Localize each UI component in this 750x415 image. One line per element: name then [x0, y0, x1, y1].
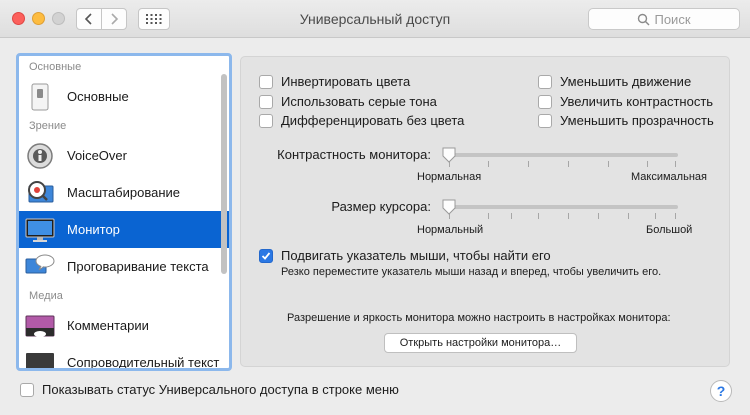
contrast-slider-track[interactable]: [443, 153, 678, 157]
checkbox-label: Уменьшить прозрачность: [560, 113, 714, 128]
show-status-in-menu-checkbox[interactable]: Показывать статус Универсального доступа…: [20, 382, 399, 397]
slider-tick: [511, 213, 512, 219]
contrast-slider-label: Контрастность монитора:: [277, 147, 431, 162]
slider-tick: [488, 161, 489, 167]
sidebar-item-voiceover[interactable]: VoiceOver: [19, 137, 229, 174]
checkmark-icon: [261, 251, 271, 260]
checkbox-box-checked[interactable]: [259, 248, 273, 263]
grid-icon: [146, 14, 162, 24]
display-pane: Инвертировать цвета Использовать серые т…: [240, 56, 730, 367]
voiceover-icon: [25, 141, 55, 171]
show-all-button[interactable]: [138, 8, 170, 30]
checkbox-label: Использовать серые тона: [281, 94, 437, 109]
slider-tick: [608, 161, 609, 167]
sidebar-item-label: Монитор: [67, 222, 120, 237]
slider-tick: [655, 213, 656, 219]
checkbox-label: Инвертировать цвета: [281, 74, 411, 89]
title-bar: Универсальный доступ Поиск: [0, 0, 750, 38]
slider-tick: [675, 213, 676, 219]
sidebar-item-descriptions[interactable]: Комментарии: [19, 307, 229, 344]
sidebar-section-media: Медиа: [29, 290, 63, 302]
cursor-min-label: Нормальный: [417, 224, 484, 236]
sidebar-item-zoom[interactable]: Масштабирование: [19, 174, 229, 211]
sidebar[interactable]: Основные Основные Зрение VoiceOver Масшт…: [16, 53, 232, 371]
minimize-button[interactable]: [32, 12, 45, 25]
slider-tick: [528, 161, 529, 167]
shake-description: Резко переместите указатель мыши назад и…: [281, 266, 662, 278]
checkbox-label: Дифференцировать без цвета: [281, 113, 465, 128]
reduce-transparency-checkbox[interactable]: Уменьшить прозрачность: [538, 113, 714, 128]
sidebar-scrollbar[interactable]: [221, 74, 227, 274]
contrast-slider-knob[interactable]: [442, 147, 456, 163]
invert-colors-checkbox[interactable]: Инвертировать цвета: [259, 74, 410, 89]
captions-icon: [25, 348, 55, 368]
sidebar-section-general: Основные: [29, 61, 82, 73]
checkbox-label: Подвигать указатель мыши, чтобы найти ег…: [281, 248, 551, 263]
checkbox-label: Увеличить контрастность: [560, 94, 714, 109]
checkbox-label: Уменьшить движение: [560, 74, 692, 89]
open-display-settings-button[interactable]: Открыть настройки монитора…: [384, 333, 577, 353]
reduce-motion-checkbox[interactable]: Уменьшить движение: [538, 74, 691, 89]
search-placeholder: Поиск: [654, 11, 691, 27]
shake-to-locate-checkbox[interactable]: Подвигать указатель мыши, чтобы найти ег…: [259, 248, 551, 263]
help-button[interactable]: ?: [710, 380, 732, 402]
sidebar-item-label: Комментарии: [67, 318, 149, 333]
grayscale-checkbox[interactable]: Использовать серые тона: [259, 94, 437, 109]
sidebar-item-general[interactable]: Основные: [19, 78, 229, 115]
search-field[interactable]: Поиск: [588, 8, 740, 30]
checkbox-label: Показывать статус Универсального доступа…: [42, 382, 399, 397]
increase-contrast-checkbox[interactable]: Увеличить контрастность: [538, 94, 713, 109]
cursor-size-label: Размер курсора:: [331, 199, 431, 214]
contrast-min-label: Нормальная: [417, 171, 482, 183]
cursor-slider-knob[interactable]: [442, 199, 456, 215]
monitor-icon: [25, 215, 55, 245]
contrast-max-label: Максимальная: [631, 171, 707, 183]
resolution-note: Разрешение и яркость монитора можно наст…: [287, 312, 671, 324]
sidebar-item-label: Основные: [67, 89, 129, 104]
slider-tick: [568, 161, 569, 167]
slider-tick: [628, 213, 629, 219]
checkbox-box[interactable]: [259, 113, 273, 128]
cursor-slider-track[interactable]: [443, 205, 678, 209]
zoom-icon: [25, 178, 55, 208]
window: Универсальный доступ Поиск Основные Осно…: [0, 0, 750, 415]
differentiate-without-color-checkbox[interactable]: Дифференцировать без цвета: [259, 113, 464, 128]
slider-tick: [538, 213, 539, 219]
cursor-max-label: Большой: [646, 224, 693, 236]
slider-tick: [647, 161, 648, 167]
sidebar-item-label: Сопроводительный текст: [67, 355, 220, 370]
checkbox-box[interactable]: [20, 382, 34, 397]
slider-tick: [568, 213, 569, 219]
checkbox-box[interactable]: [538, 113, 552, 128]
sidebar-section-vision: Зрение: [29, 120, 67, 132]
chevron-right-icon: [111, 13, 119, 25]
sidebar-item-monitor[interactable]: Монитор: [19, 211, 229, 248]
checkbox-box[interactable]: [259, 94, 273, 109]
slider-tick: [488, 213, 489, 219]
switch-icon: [25, 82, 55, 112]
slider-tick: [598, 213, 599, 219]
checkbox-box[interactable]: [259, 74, 273, 89]
speech-bubble-icon: [25, 252, 55, 282]
sidebar-item-captions[interactable]: Сопроводительный текст: [19, 344, 229, 370]
slider-tick: [675, 161, 676, 167]
zoom-button[interactable]: [52, 12, 65, 25]
checkbox-box[interactable]: [538, 94, 552, 109]
forward-button[interactable]: [101, 8, 127, 30]
sidebar-item-label: Масштабирование: [67, 185, 181, 200]
chevron-left-icon: [84, 13, 92, 25]
sidebar-item-label: Проговаривание текста: [67, 259, 209, 274]
back-button[interactable]: [76, 8, 102, 30]
search-icon: [638, 13, 650, 25]
sidebar-item-speech[interactable]: Проговаривание текста: [19, 248, 229, 285]
close-button[interactable]: [12, 12, 25, 25]
checkbox-box[interactable]: [538, 74, 552, 89]
descriptions-icon: [25, 311, 55, 341]
sidebar-item-label: VoiceOver: [67, 148, 127, 163]
